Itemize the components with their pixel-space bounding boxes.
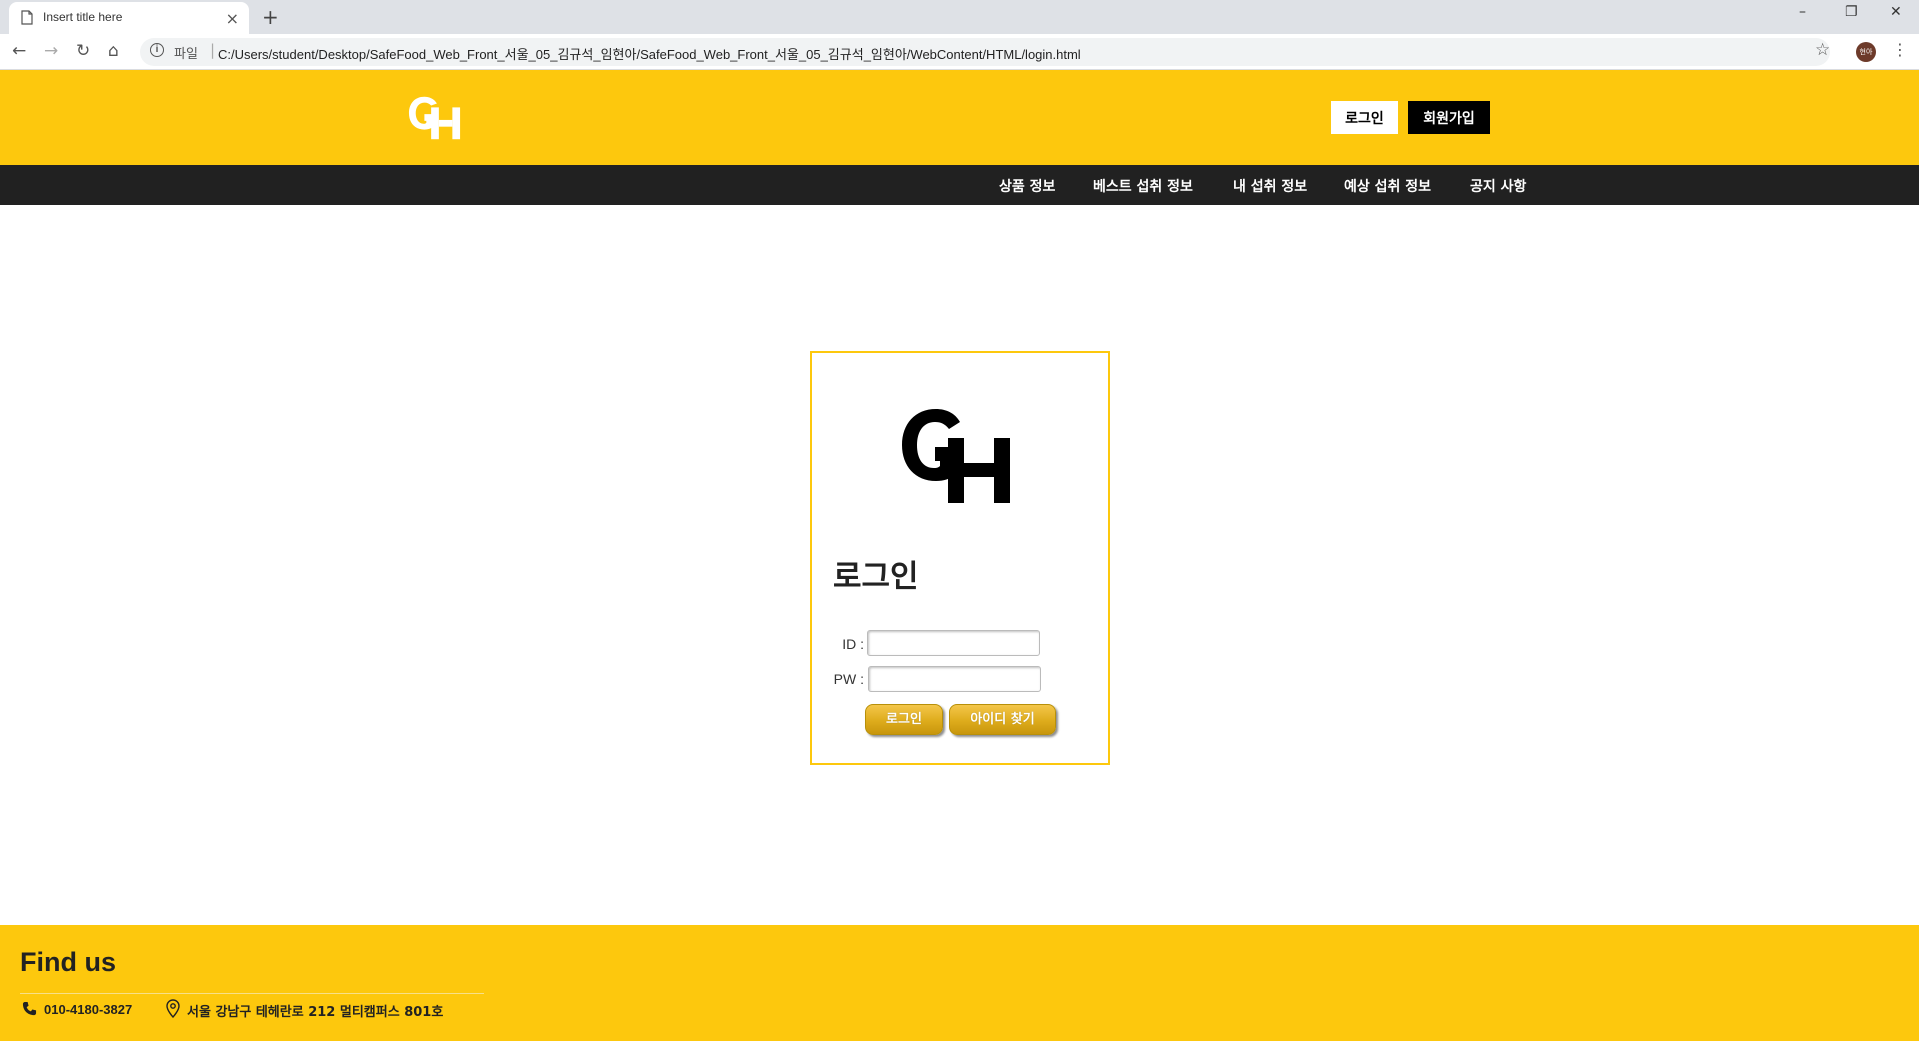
nav-item-best-intake[interactable]: 베스트 섭취 정보 [1093, 176, 1193, 196]
profile-avatar[interactable]: 현아 [1856, 42, 1876, 62]
header-login-button[interactable]: 로그인 [1331, 101, 1398, 134]
site-header: 로그인 회원가입 [0, 70, 1919, 165]
gh-logo-icon[interactable] [408, 95, 462, 141]
close-window-icon[interactable]: ✕ [1890, 4, 1902, 20]
footer-phone: 010-4180-3827 [44, 1002, 133, 1017]
footer-address: 서울 강남구 테헤란로 212 멀티캠퍼스 801호 [187, 1005, 444, 1020]
reload-icon[interactable]: ↻ [76, 41, 90, 61]
login-panel: 로그인 ID : PW : 로그인 아이디 찾기 [810, 351, 1110, 765]
gh-logo-icon [902, 409, 1010, 503]
restore-icon[interactable]: ❐ [1845, 4, 1858, 20]
login-title: 로그인 [833, 559, 919, 595]
browser-tab[interactable]: Insert title here × [9, 2, 249, 34]
forward-icon[interactable]: → [44, 41, 58, 61]
password-input[interactable] [868, 666, 1041, 692]
new-tab-icon[interactable]: + [262, 5, 279, 29]
site-footer: Find us 010-4180-3827 서울 강남구 테헤란로 212 멀티… [0, 925, 1919, 1041]
bookmark-star-icon[interactable]: ☆ [1815, 40, 1830, 60]
home-icon[interactable]: ⌂ [108, 41, 119, 61]
footer-divider [20, 993, 484, 994]
address-bar[interactable]: i 파일 | C:/Users/student/Desktop/SafeFood… [140, 38, 1830, 66]
tab-title: Insert title here [43, 10, 123, 24]
close-tab-icon[interactable]: × [226, 9, 239, 28]
find-id-button[interactable]: 아이디 찾기 [949, 704, 1056, 735]
login-button[interactable]: 로그인 [865, 704, 943, 735]
nav-item-expected-intake[interactable]: 예상 섭취 정보 [1344, 176, 1431, 196]
browser-toolbar: ← → ↻ ⌂ i 파일 | C:/Users/student/Desktop/… [0, 34, 1919, 70]
url-text[interactable]: C:/Users/student/Desktop/SafeFood_Web_Fr… [218, 44, 1081, 63]
id-label: ID : [842, 636, 864, 652]
info-icon[interactable]: i [150, 43, 164, 57]
nav-item-product-info[interactable]: 상품 정보 [999, 176, 1055, 196]
id-input[interactable] [867, 630, 1040, 656]
nav-item-notice[interactable]: 공지 사항 [1470, 176, 1526, 196]
browser-tab-bar: Insert title here × + – ❐ ✕ [0, 0, 1919, 34]
pw-label: PW : [833, 671, 864, 687]
header-signup-button[interactable]: 회원가입 [1408, 101, 1490, 134]
separator: | [210, 41, 216, 59]
phone-icon [22, 1001, 37, 1016]
document-icon [21, 10, 33, 25]
back-icon[interactable]: ← [12, 41, 26, 61]
minimize-icon[interactable]: – [1799, 4, 1806, 20]
location-pin-icon [166, 999, 180, 1018]
scheme-label: 파일 [174, 47, 198, 62]
footer-title: Find us [20, 947, 116, 977]
nav-item-my-intake[interactable]: 내 섭취 정보 [1233, 176, 1307, 196]
main-nav: 상품 정보 베스트 섭취 정보 내 섭취 정보 예상 섭취 정보 공지 사항 [0, 165, 1919, 205]
menu-icon[interactable]: ⋮ [1892, 40, 1908, 59]
